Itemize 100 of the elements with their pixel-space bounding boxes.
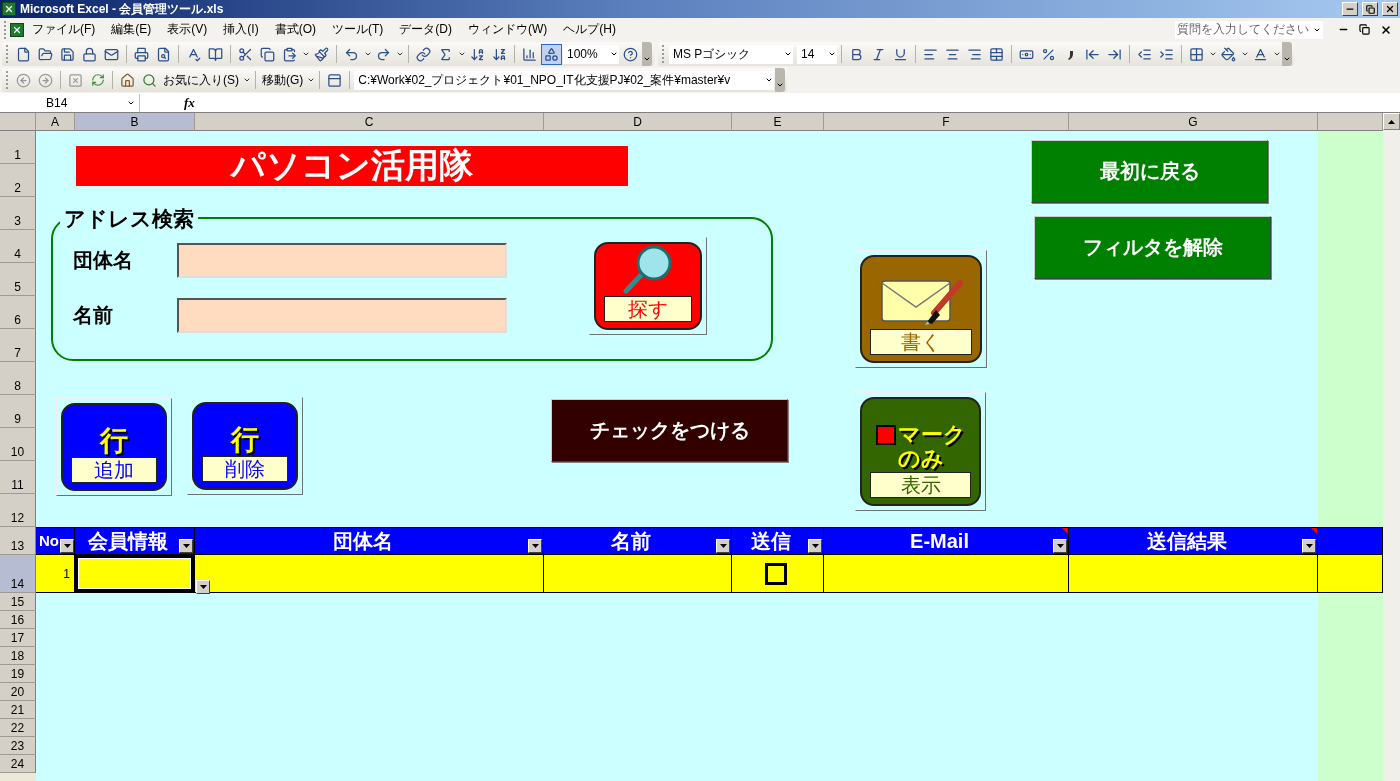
row-header[interactable]: 10: [0, 428, 36, 461]
row-header[interactable]: 14: [0, 555, 36, 593]
menu-item[interactable]: ツール(T): [324, 19, 392, 40]
filter-dropdown-button[interactable]: [60, 539, 74, 553]
column-header[interactable]: E: [732, 113, 824, 131]
favorites-menu[interactable]: お気に入り(S): [161, 69, 241, 91]
row-header[interactable]: 6: [0, 296, 36, 329]
caret-icon[interactable]: [363, 50, 372, 58]
row-header[interactable]: 24: [0, 755, 36, 773]
row-header[interactable]: 15: [0, 593, 36, 611]
font-size-combo[interactable]: 14: [797, 44, 837, 64]
add-row-button[interactable]: 行 追加: [56, 398, 172, 496]
shapes-icon[interactable]: [541, 43, 562, 65]
caret-icon[interactable]: [301, 50, 310, 58]
caret-icon[interactable]: [719, 544, 727, 548]
column-header[interactable]: B: [75, 113, 195, 131]
select-all-corner[interactable]: [0, 113, 36, 131]
clear-filter-button[interactable]: フィルタを解除: [1034, 216, 1271, 279]
help-search-field[interactable]: 質問を入力してください: [1175, 20, 1323, 39]
caret-icon[interactable]: [1056, 544, 1064, 548]
row-header[interactable]: 19: [0, 665, 36, 683]
row-header[interactable]: 17: [0, 629, 36, 647]
filter-dropdown-button[interactable]: [808, 539, 822, 553]
excel-icon[interactable]: [10, 22, 24, 37]
row-header[interactable]: 1: [0, 131, 36, 164]
menu-item[interactable]: ヘルプ(H): [555, 19, 624, 40]
caret-icon[interactable]: [811, 544, 819, 548]
table-cell[interactable]: [732, 555, 824, 593]
menu-item[interactable]: 編集(E): [103, 19, 160, 40]
menu-item[interactable]: ファイル(F): [24, 19, 104, 40]
filter-dropdown-button[interactable]: [179, 539, 193, 553]
zoom-combo[interactable]: 100%: [563, 44, 619, 64]
row-header[interactable]: 5: [0, 263, 36, 296]
back-to-start-button[interactable]: 最初に戻る: [1031, 140, 1268, 203]
column-header[interactable]: D: [544, 113, 732, 131]
row-header[interactable]: 20: [0, 683, 36, 701]
menu-item[interactable]: 書式(O): [266, 19, 324, 40]
add-check-button[interactable]: チェックをつける: [551, 399, 788, 462]
caret-icon[interactable]: [1208, 50, 1217, 58]
filter-dropdown-button[interactable]: [1053, 539, 1067, 553]
table-cell[interactable]: [824, 555, 1069, 593]
caret-icon[interactable]: [643, 55, 651, 63]
caret-icon[interactable]: [395, 50, 404, 58]
caret-icon[interactable]: [199, 585, 207, 589]
row-header[interactable]: 23: [0, 737, 36, 755]
caret-icon[interactable]: [531, 544, 539, 548]
table-cell[interactable]: [195, 555, 544, 593]
address-combo[interactable]: C:¥Work¥02_プロジェクト¥01_NPO_IT化支援PJ¥02_案件¥master¥v: [354, 70, 775, 90]
row-header[interactable]: 21: [0, 701, 36, 719]
search-button[interactable]: 探す: [589, 237, 707, 335]
caret-icon[interactable]: [182, 544, 190, 548]
row-header[interactable]: 3: [0, 197, 36, 230]
row-header[interactable]: 2: [0, 164, 36, 197]
column-header[interactable]: C: [195, 113, 544, 131]
list-dropdown-button[interactable]: [196, 580, 210, 594]
row-header[interactable]: 13: [0, 527, 36, 555]
column-header[interactable]: F: [824, 113, 1069, 131]
row-header[interactable]: 12: [0, 494, 36, 527]
up-arrow-icon[interactable]: [1388, 119, 1395, 124]
caret-icon[interactable]: [828, 50, 836, 58]
name-box[interactable]: B14: [0, 93, 140, 112]
caret-icon[interactable]: [610, 50, 618, 58]
row-header[interactable]: 11: [0, 461, 36, 494]
row-header[interactable]: 8: [0, 362, 36, 395]
filter-dropdown-button[interactable]: [528, 539, 542, 553]
marked-only-button[interactable]: マーク のみ 表示: [855, 392, 986, 511]
filter-dropdown-button[interactable]: [1302, 539, 1316, 553]
menu-item[interactable]: データ(D): [391, 19, 460, 40]
caret-icon[interactable]: [1240, 50, 1249, 58]
menu-item[interactable]: ウィンドウ(W): [460, 19, 556, 40]
menu-item[interactable]: 表示(V): [159, 19, 216, 40]
filter-dropdown-button[interactable]: [716, 539, 730, 553]
column-header[interactable]: A: [36, 113, 75, 131]
function-label[interactable]: fx: [184, 94, 195, 111]
delete-row-button[interactable]: 行 削除: [187, 397, 303, 495]
go-menu[interactable]: 移動(G): [260, 69, 306, 91]
table-cell[interactable]: [544, 555, 732, 593]
row-header[interactable]: 4: [0, 230, 36, 263]
caret-icon[interactable]: [784, 50, 792, 58]
caret-icon[interactable]: [457, 50, 466, 58]
input-field[interactable]: [177, 243, 507, 278]
caret-icon[interactable]: [242, 76, 251, 84]
scrollbar-track[interactable]: [1383, 113, 1400, 781]
input-field[interactable]: [177, 298, 507, 333]
menu-item[interactable]: 挿入(I): [215, 19, 267, 40]
row-header[interactable]: 7: [0, 329, 36, 362]
row-header[interactable]: 18: [0, 647, 36, 665]
row-header[interactable]: 22: [0, 719, 36, 737]
row-header[interactable]: 16: [0, 611, 36, 629]
table-cell: [1318, 555, 1383, 593]
caret-icon[interactable]: [306, 76, 315, 84]
scroll-up-button[interactable]: [1383, 113, 1400, 130]
write-mail-button[interactable]: 書く: [855, 250, 987, 368]
caret-icon[interactable]: [63, 544, 71, 548]
checkbox[interactable]: [764, 562, 787, 585]
column-header[interactable]: G: [1069, 113, 1318, 131]
font-combo[interactable]: MS Pゴシック: [669, 44, 793, 64]
caret-icon[interactable]: [1305, 544, 1313, 548]
table-cell[interactable]: [1069, 555, 1318, 593]
row-header[interactable]: 9: [0, 395, 36, 428]
